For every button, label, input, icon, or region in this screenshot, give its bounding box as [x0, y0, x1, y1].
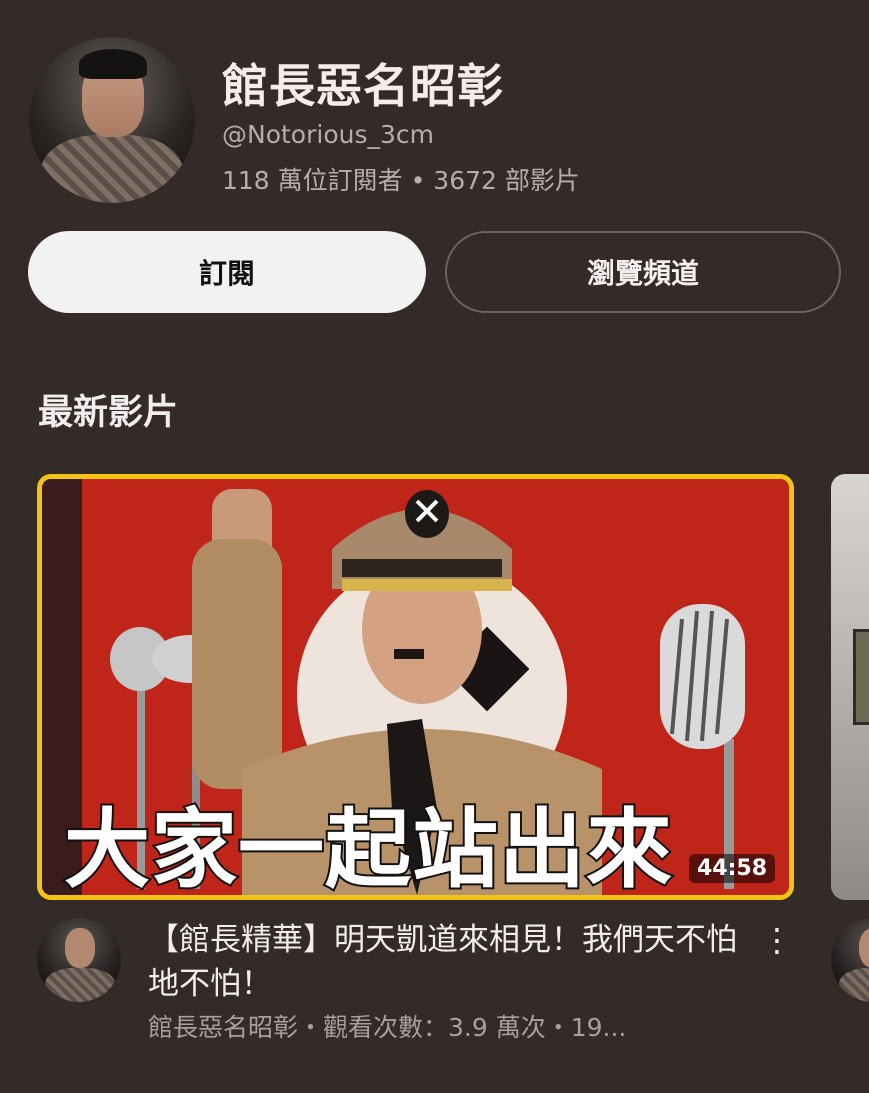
channel-preview-screen: 館長惡名昭彰 @Notorious_3cm 118 萬位訂閱者 • 3672 部… — [0, 0, 869, 1093]
channel-stats: 118 萬位訂閱者 • 3672 部影片 — [222, 166, 580, 195]
video-thumbnail[interactable]: 大家一起站出來 44:58 — [37, 474, 794, 900]
section-title: 最新影片 — [38, 393, 179, 433]
more-vert-icon[interactable]: ⋮ — [761, 920, 793, 960]
thumbnail-overlay-text: 大家一起站出來 — [62, 798, 674, 900]
video-channel-avatar[interactable] — [37, 918, 121, 1002]
browse-channel-button[interactable]: 瀏覽頻道 — [445, 231, 841, 313]
channel-handle: @Notorious_3cm — [222, 120, 434, 149]
channel-avatar[interactable] — [29, 37, 195, 203]
subscribe-button[interactable]: 訂閱 — [28, 231, 426, 313]
next-video-thumbnail[interactable] — [831, 474, 869, 900]
video-title[interactable]: 【館長精華】明天凱道來相見！我們天不怕地不怕！ — [148, 918, 758, 1006]
video-meta: 館長惡名昭彰・觀看次數：3.9 萬次・19... — [148, 1013, 627, 1042]
next-video-channel-avatar[interactable] — [831, 918, 869, 1002]
video-duration: 44:58 — [688, 854, 775, 883]
channel-name: 館長惡名昭彰 — [222, 59, 504, 113]
